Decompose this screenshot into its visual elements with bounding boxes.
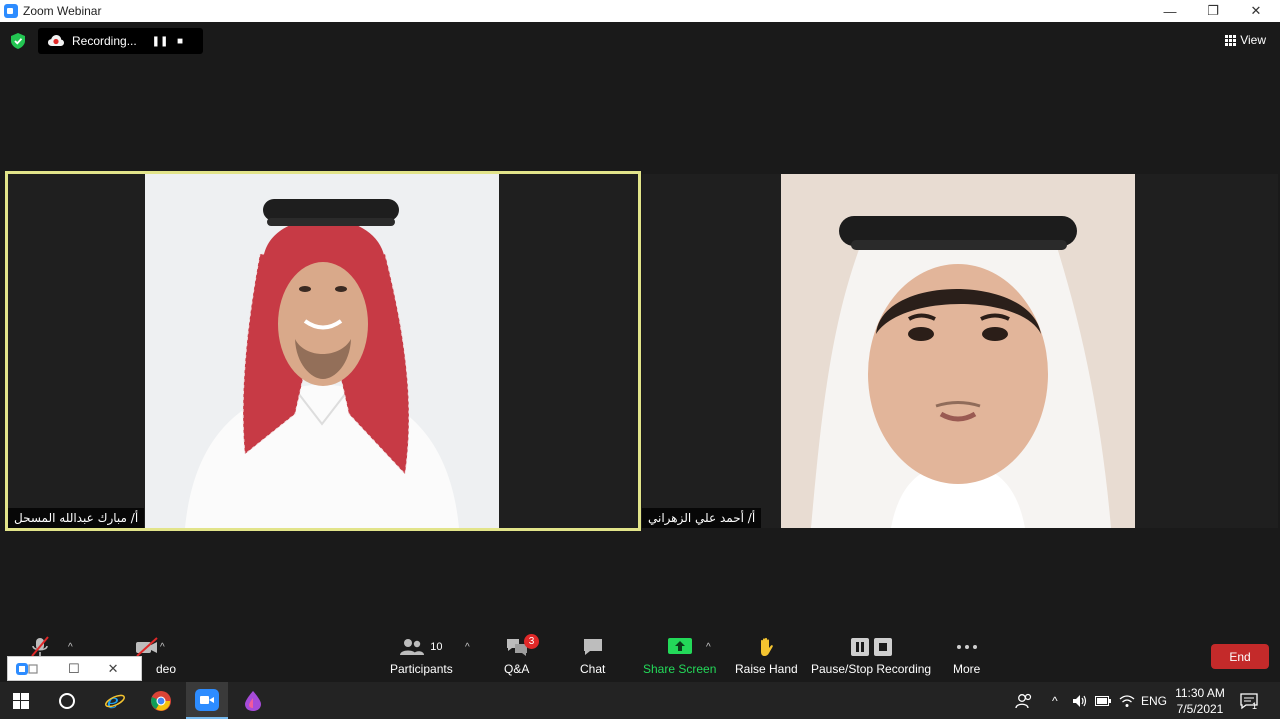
participants-icon [400,639,425,655]
action-center-icon[interactable]: 1 [1240,682,1258,719]
notification-count: 1 [1252,700,1258,711]
battery-icon[interactable] [1095,682,1111,719]
recording-status-text: Recording... [72,34,137,48]
chrome-icon[interactable] [148,688,174,714]
wifi-icon[interactable] [1119,682,1135,719]
end-button[interactable]: End [1211,644,1269,669]
mute-button[interactable] [30,636,50,658]
raise-hand-label: Raise Hand [735,662,798,676]
minimize-button[interactable]: — [1147,0,1193,22]
video-options-caret-icon[interactable]: ^ [160,642,165,653]
zoom-taskbar-active[interactable] [186,682,228,719]
video-label: deo [156,662,177,676]
video-off-icon [136,637,158,657]
pause-recording-icon [850,638,869,656]
zoom-logo-icon [4,4,18,18]
video-tile-participant[interactable]: أ/ أحمد علي الزهراني [642,174,1278,528]
close-button[interactable]: ✕ [1233,0,1279,22]
qa-unread-badge: 3 [524,634,539,649]
stop-recording-icon[interactable]: ■ [170,36,190,47]
pause-stop-recording-label: Pause/Stop Recording [811,662,932,676]
chat-icon [583,639,602,655]
participants-button[interactable]: 10 Participants [390,636,453,676]
chat-label: Chat [580,662,606,676]
restore-button[interactable]: ❐ [1190,0,1236,22]
video-tile-speaker[interactable]: أ/ مبارك عبدالله المسحل [5,171,641,531]
mini-restore-icon[interactable]: ☐ [68,661,80,677]
zoom-mini-icon [16,662,38,675]
window-titlebar: Zoom Webinar — ❐ ✕ [0,0,1280,22]
windows-taskbar: e ^ ENG 11:30 AM 7/5/2021 1 [0,682,1280,719]
share-options-caret-icon[interactable]: ^ [706,642,711,653]
participants-label: Participants [390,662,453,676]
raise-hand-icon [761,637,774,656]
tray-overflow-caret-icon[interactable]: ^ [1052,682,1058,719]
share-screen-label: Share Screen [643,662,717,676]
window-title: Zoom Webinar [23,4,102,18]
raise-hand-button[interactable]: Raise Hand [735,636,798,676]
qa-label: Q&A [504,662,530,676]
people-icon[interactable] [1015,682,1033,719]
microphone-muted-icon [31,636,49,657]
stop-recording-icon [873,638,892,656]
security-shield-icon[interactable] [11,33,25,49]
clock-time: 11:30 AM [1175,686,1225,700]
zoom-app-icon [195,689,219,711]
participants-count: 10 [430,641,443,653]
participant-video-feed [145,174,499,528]
input-language[interactable]: ENG [1141,682,1167,719]
cloud-recording-icon [48,35,64,46]
participant-name-tag: أ/ أحمد علي الزهراني [642,508,762,528]
more-dots-icon [956,645,977,649]
internet-explorer-icon[interactable]: e [102,688,128,714]
share-screen-icon [667,638,692,654]
cortana-search-icon[interactable] [54,688,80,714]
minimized-zoom-window[interactable]: ☐ ✕ [7,656,142,681]
more-label: More [953,662,981,676]
more-button[interactable]: More [953,636,980,676]
chat-button[interactable]: Chat [580,636,605,676]
view-button[interactable]: View [1225,33,1266,47]
meeting-toolbar: ^ deo ^ 10 Participants ^ Q&A Chat Share… [0,630,1280,682]
system-clock[interactable]: 11:30 AM 7/5/2021 [1172,685,1228,717]
audio-options-caret-icon[interactable]: ^ [68,642,73,653]
view-label: View [1240,33,1266,47]
pause-recording-icon[interactable]: ❚❚ [150,36,170,47]
participants-options-caret-icon[interactable]: ^ [465,642,470,653]
recording-indicator: Recording... ❚❚ ■ [38,28,203,54]
participant-name-tag: أ/ مبارك عبدالله المسحل [8,508,145,528]
start-windows-icon[interactable] [8,688,34,714]
app-drop-icon[interactable] [240,688,266,714]
grid-view-icon [1225,34,1237,46]
participant-video-feed [781,174,1135,528]
mini-close-icon[interactable]: ✕ [108,661,119,677]
meeting-topbar: Recording... ❚❚ ■ View [0,22,1280,60]
clock-date: 7/5/2021 [1176,702,1224,716]
pause-stop-recording-button[interactable]: Pause/Stop Recording [811,636,931,676]
volume-icon[interactable] [1072,682,1088,719]
